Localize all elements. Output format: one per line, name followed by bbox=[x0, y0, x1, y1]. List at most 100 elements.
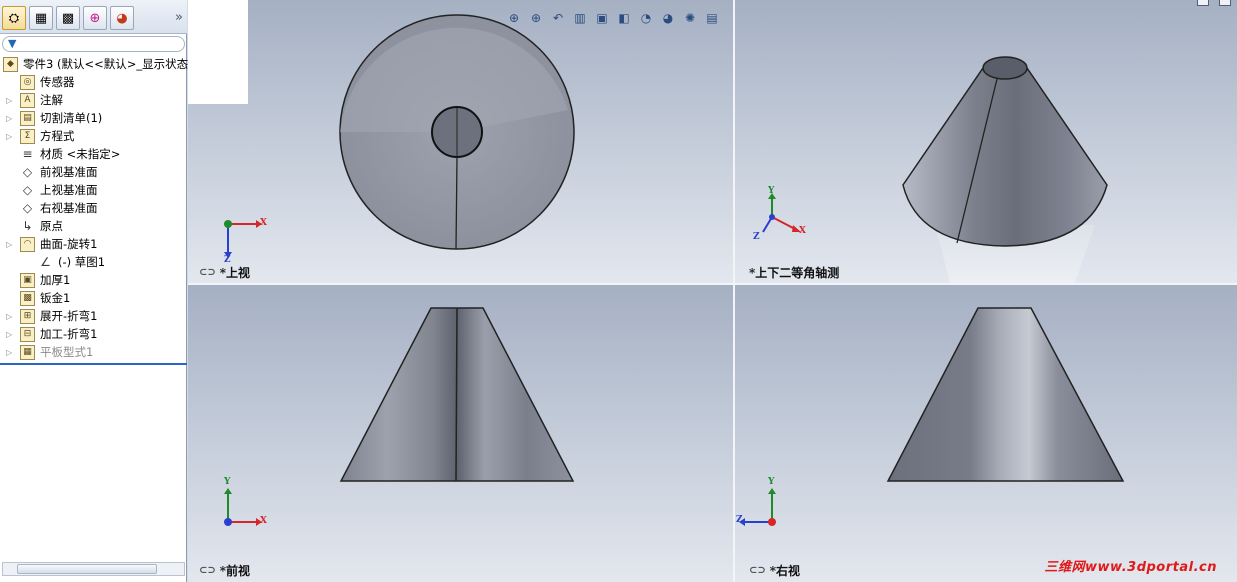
viewport-label-right: ⊂⊃ *右视 bbox=[749, 564, 801, 578]
configuration-manager-icon[interactable]: ▩ bbox=[56, 6, 80, 30]
expand-arrow-icon[interactable]: ▷ bbox=[6, 348, 14, 357]
feature-tree-icon[interactable]: ⛭ bbox=[2, 6, 26, 30]
tree-item[interactable]: ◇ 前视基准面 bbox=[0, 163, 187, 181]
tree-item[interactable]: ≡ 材质 <未指定> bbox=[0, 145, 187, 163]
axis-label-z: Z bbox=[753, 232, 760, 242]
viewport-vertical-splitter[interactable] bbox=[733, 0, 735, 582]
tree-item[interactable]: ▷ ⊟ 加工-折弯1 bbox=[0, 325, 187, 343]
flat-pattern-icon: ▦ bbox=[20, 344, 35, 360]
display-manager-icon[interactable]: ◕ bbox=[110, 6, 134, 30]
zoom-to-area-icon[interactable]: ⊕ bbox=[528, 10, 544, 26]
cone-body bbox=[902, 67, 1108, 247]
cut-list-icon: ▤ bbox=[20, 110, 35, 126]
annotation-icon: A bbox=[20, 92, 35, 108]
tree-item[interactable]: ▣ 加厚1 bbox=[0, 271, 187, 289]
tree-item-label: 材质 <未指定> bbox=[40, 147, 121, 161]
axis-label-y: Y bbox=[768, 477, 775, 487]
rollback-bar[interactable] bbox=[0, 363, 187, 365]
tree-item-label: 方程式 bbox=[40, 129, 75, 143]
zoom-to-fit-icon[interactable]: ⊕ bbox=[506, 10, 522, 26]
apply-scene-icon[interactable]: ✺ bbox=[682, 10, 698, 26]
part-icon: ◆ bbox=[3, 56, 18, 72]
viewport-horizontal-splitter[interactable] bbox=[188, 283, 1237, 285]
tree-item[interactable]: ▷ A 注解 bbox=[0, 91, 187, 109]
viewport-label-iso: *上下二等角轴测 bbox=[749, 266, 840, 280]
sensor-icon: ◎ bbox=[20, 74, 35, 90]
restore-button[interactable] bbox=[1197, 0, 1209, 6]
tree-filter-input[interactable]: ▼ bbox=[2, 36, 185, 52]
axis-label-x: X bbox=[260, 516, 267, 526]
panel-expand-button[interactable]: » bbox=[175, 10, 183, 25]
viewport-front[interactable]: Y X ⊂⊃ *前视 bbox=[188, 285, 733, 582]
section-view-icon[interactable]: ▥ bbox=[572, 10, 588, 26]
tree-item-label: 前视基准面 bbox=[40, 165, 98, 179]
right-view-graphics bbox=[739, 307, 1125, 526]
expand-arrow-icon[interactable]: ▷ bbox=[6, 330, 14, 339]
front-view-graphics bbox=[224, 307, 575, 526]
link-views-icon[interactable]: ⊂⊃ bbox=[199, 267, 216, 278]
tree-item-label: 平板型式1 bbox=[40, 345, 94, 359]
viewport-top[interactable]: ⊕ ⊕ ↶ ▥ ▣ ◧ ◔ ◕ ✺ ▤ X Z ⊂⊃ *上视 bbox=[188, 0, 733, 283]
viewport-label-top: ⊂⊃ *上视 bbox=[199, 266, 251, 280]
axis-label-y: Y bbox=[224, 477, 231, 487]
panel-horizontal-scrollbar[interactable] bbox=[2, 562, 185, 576]
expand-arrow-icon[interactable]: ▷ bbox=[6, 312, 14, 321]
view-settings-icon[interactable]: ▤ bbox=[704, 10, 720, 26]
tree-item[interactable]: ◎ 传感器 bbox=[0, 73, 187, 91]
axis-label-z: Z bbox=[736, 515, 743, 525]
tree-item[interactable]: ▷ Σ 方程式 bbox=[0, 127, 187, 145]
view-orientation-icon[interactable]: ▣ bbox=[594, 10, 610, 26]
display-style-icon[interactable]: ◧ bbox=[616, 10, 632, 26]
tree-item-label: 原点 bbox=[40, 219, 63, 233]
dimxpert-icon[interactable]: ⊕ bbox=[83, 6, 107, 30]
link-views-icon[interactable]: ⊂⊃ bbox=[199, 565, 216, 576]
tree-item[interactable]: ◇ 右视基准面 bbox=[0, 199, 187, 217]
tree-item[interactable]: ∠ (-) 草图1 bbox=[0, 253, 187, 271]
watermark: 三维网www.3dportal.cn bbox=[1044, 560, 1217, 575]
top-view-graphics bbox=[339, 14, 575, 250]
tree-item[interactable]: ↳ 原点 bbox=[0, 217, 187, 235]
tree-item-label: 加工-折弯1 bbox=[40, 327, 98, 341]
axis-label-x: X bbox=[260, 218, 267, 228]
viewport-isometric[interactable]: Y X Z *上下二等角轴测 bbox=[735, 0, 1237, 283]
tree-item[interactable]: ◇ 上视基准面 bbox=[0, 181, 187, 199]
solidworks-window: ⛭ ▦ ▩ ⊕ ◕ » ▼ ◆ 零件3 (默认<<默认>_显示状态 ◎ 传感器 ▷ A 注解… bbox=[0, 0, 1237, 582]
thicken-icon: ▣ bbox=[20, 272, 35, 288]
tree-item[interactable]: ▷ ◠ 曲面-旋转1 bbox=[0, 235, 187, 253]
tree-item-label: 加厚1 bbox=[40, 273, 71, 287]
tree-item[interactable]: ▷ ⊞ 展开-折弯1 bbox=[0, 307, 187, 325]
plane-icon: ◇ bbox=[22, 201, 33, 215]
iso-view-graphics bbox=[762, 56, 1108, 283]
viewport-label-front: ⊂⊃ *前视 bbox=[199, 564, 251, 578]
expand-arrow-icon[interactable]: ▷ bbox=[6, 240, 14, 249]
tree-item[interactable]: ◆ 零件3 (默认<<默认>_显示状态 bbox=[0, 55, 188, 73]
blank-popup-area bbox=[188, 0, 248, 104]
plane-icon: ◇ bbox=[22, 183, 33, 197]
expand-arrow-icon[interactable]: ▷ bbox=[6, 96, 14, 105]
sketch-icon: ∠ bbox=[40, 255, 51, 269]
axis-label-y: Y bbox=[768, 186, 775, 196]
tree-item-label: 切割清单(1) bbox=[40, 111, 103, 125]
heads-up-toolbar: ⊕ ⊕ ↶ ▥ ▣ ◧ ◔ ◕ ✺ ▤ bbox=[506, 9, 720, 27]
origin-icon: ↳ bbox=[22, 219, 33, 233]
tree-item[interactable]: ▷ ▦ 平板型式1 bbox=[0, 343, 187, 361]
axis-label-x: X bbox=[799, 226, 806, 236]
tree-item[interactable]: ▩ 钣金1 bbox=[0, 289, 187, 307]
tree-item[interactable]: ▷ ▤ 切割清单(1) bbox=[0, 109, 187, 127]
edit-appearance-icon[interactable]: ◕ bbox=[660, 10, 676, 26]
tree-item-label: (-) 草图1 bbox=[58, 255, 106, 269]
previous-view-icon[interactable]: ↶ bbox=[550, 10, 566, 26]
panel-tab-bar: ⛭ ▦ ▩ ⊕ ◕ » bbox=[0, 0, 187, 34]
expand-arrow-icon[interactable]: ▷ bbox=[6, 114, 14, 123]
hide-show-items-icon[interactable]: ◔ bbox=[638, 10, 654, 26]
tree-item-label: 传感器 bbox=[40, 75, 75, 89]
sheet-metal-icon: ▩ bbox=[20, 290, 35, 306]
feature-tree: ◆ 零件3 (默认<<默认>_显示状态 ◎ 传感器 ▷ A 注解 ▷ ▤ 切割清单(1) ▷ Σ 方程式… bbox=[0, 55, 188, 361]
property-manager-icon[interactable]: ▦ bbox=[29, 6, 53, 30]
material-icon: ≡ bbox=[22, 147, 33, 161]
viewport-right[interactable]: Y Z ⊂⊃ *右视 bbox=[735, 285, 1237, 582]
link-views-icon[interactable]: ⊂⊃ bbox=[749, 565, 766, 576]
expand-arrow-icon[interactable]: ▷ bbox=[6, 132, 14, 141]
scrollbar-thumb[interactable] bbox=[17, 564, 157, 574]
close-button[interactable] bbox=[1219, 0, 1231, 6]
